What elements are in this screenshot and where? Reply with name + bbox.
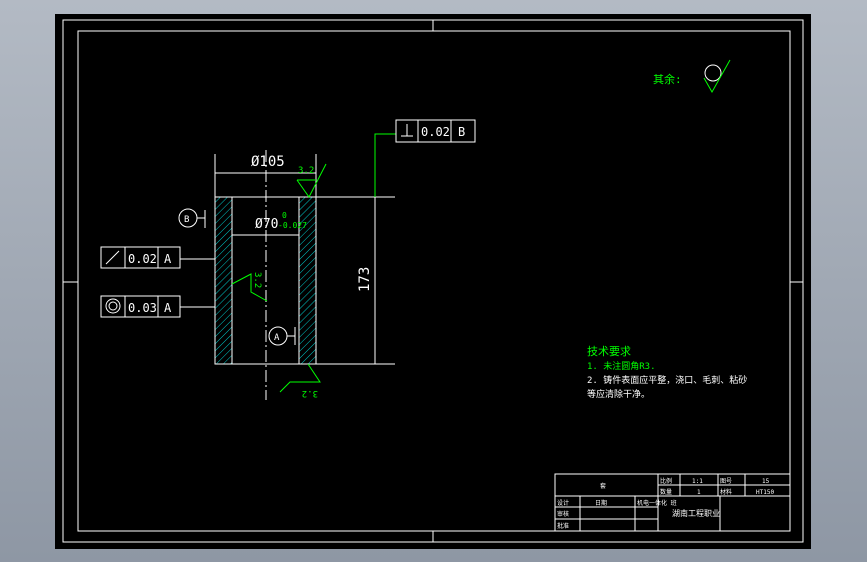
tb-designer: 设计 [557, 499, 569, 507]
roughness-top-value: 3.2 [298, 166, 314, 176]
tolerance-lower: -0.027 [278, 221, 307, 230]
datum-b-label: B [184, 215, 189, 225]
tech-req-title: 技术要求 [587, 345, 631, 358]
fcf-perpendicularity: 0.02 B [374, 119, 476, 197]
tech-req-line2: 2. 铸件表面应平整，浇口、毛刺、粘砂 [587, 374, 747, 386]
cad-drawing-canvas[interactable]: 其余: Ø105 Ø70 0 -0.027 173 3.2 3.2 3.2 B … [55, 14, 811, 549]
drawing-svg: 其余: Ø105 Ø70 0 -0.027 173 3.2 3.2 3.2 B … [62, 19, 804, 543]
roughness-inner-value: 3.2 [252, 272, 262, 288]
fcf-runout-datum: A [164, 252, 172, 266]
fcf-conc-value: 0.03 [128, 301, 157, 315]
tb-approver: 批准 [557, 522, 569, 530]
tech-req-line1: 1. 未注圆角R3. [587, 360, 656, 372]
tb-class: 机电一体化 班 [637, 499, 677, 507]
tb-date: 日期 [595, 499, 607, 507]
tb-ratio-label: 比例 [660, 477, 672, 485]
centering-marks [63, 20, 803, 542]
tech-req-line3: 等应清除干净。 [587, 388, 650, 400]
tb-material: HT150 [756, 489, 774, 496]
roughness-other-label: 其余: [653, 72, 682, 86]
inner-diameter-dim: Ø70 [255, 217, 278, 232]
tolerance-upper: 0 [282, 211, 287, 220]
tb-count-label: 数量 [660, 488, 672, 496]
datum-a-label: A [274, 333, 280, 343]
fcf-concentricity: 0.03 A [100, 295, 215, 318]
roughness-bottom-value: 3.2 [302, 388, 318, 398]
tb-school: 湖南工程职业 [672, 508, 720, 518]
fcf-perp-datum: B [458, 125, 465, 139]
outer-frame [62, 19, 804, 543]
fcf-runout: 0.02 A [100, 246, 215, 269]
tb-drawing-no: 15 [762, 478, 770, 485]
fcf-runout-value: 0.02 [128, 252, 157, 266]
roughness-other-symbol [703, 59, 731, 94]
tb-part-name: 套 [600, 482, 606, 490]
inner-frame [77, 30, 791, 532]
fcf-conc-datum: A [164, 301, 172, 315]
tb-checker: 审核 [557, 510, 569, 518]
height-dim: 173 [357, 267, 373, 292]
outer-diameter-dim: Ø105 [251, 154, 285, 170]
tb-count: 1 [697, 489, 701, 496]
tb-ratio: 1:1 [692, 478, 703, 485]
tb-drawing-no-label: 图号 [720, 478, 732, 485]
fcf-perp-value: 0.02 [421, 125, 450, 139]
tb-material-label: 材料 [720, 488, 732, 496]
